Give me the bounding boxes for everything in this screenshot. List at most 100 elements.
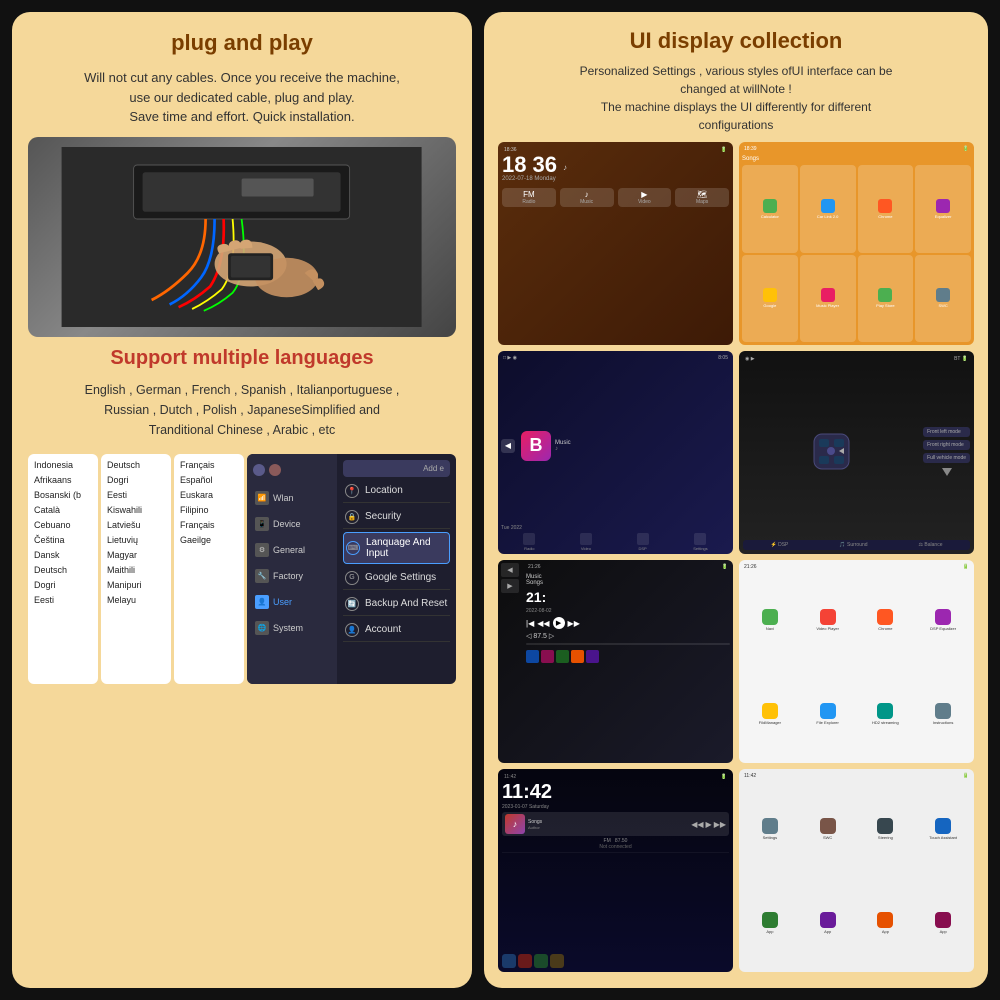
nav-item-system[interactable]: 🌐 System xyxy=(247,616,337,640)
screenshot-car-dsp: ◉ ▶BT 🔋 xyxy=(739,351,974,554)
app-extra2: App xyxy=(800,877,856,969)
lang-item: Filipino xyxy=(176,503,242,517)
app-dsp-eq: DSP Equalizer xyxy=(915,574,971,666)
ss8-app-grid: Settings SWC Steering Touch Assista xyxy=(742,783,971,969)
settings-main: 📶 Wlan 📱 Device ⚙ General 🔧 Factory xyxy=(247,454,456,684)
lang-item: Deutsch xyxy=(30,563,96,577)
app-google: Google xyxy=(742,255,798,343)
front-right-mode: Front right mode xyxy=(923,440,970,450)
lang-item: Dansk xyxy=(30,548,96,562)
screenshot-bluetooth: □ ▶ ◉8:05 ◀ Β Music ♪ T xyxy=(498,351,733,554)
ss6-statusbar: 21:26🔋 xyxy=(742,563,971,571)
nav-device-icon: 📱 xyxy=(255,517,269,531)
full-vehicle-mode: Full vehicle mode xyxy=(923,453,970,463)
google-label: Google Settings xyxy=(365,572,448,583)
app-calculator: Calculator xyxy=(742,165,798,253)
lang-item: Eesti xyxy=(103,488,169,502)
ss6-inner: 21:26🔋 Navi Video Player xyxy=(739,560,974,763)
ss2-app-grid: Calculator Car Link 2.0 Chrome Equa xyxy=(742,165,971,342)
lang-item: Dogri xyxy=(103,473,169,487)
ss1-time: 18 xyxy=(502,154,526,176)
nav-user-label: User xyxy=(273,597,292,607)
ss5-statusbar: 21:26🔋 xyxy=(526,563,730,571)
settings-row-language[interactable]: ⌨ Lanquage And Input xyxy=(343,532,450,564)
nav-icon-1 xyxy=(253,464,265,476)
surround-label: 🎵 Surround xyxy=(839,542,867,548)
lang-item: Maithili xyxy=(103,563,169,577)
plug-title: plug and play xyxy=(28,30,456,56)
ss4-statusbar: ◉ ▶BT 🔋 xyxy=(743,355,970,363)
lang-item: Indonesia xyxy=(30,458,96,472)
lang-item: Lietuvių xyxy=(103,533,169,547)
ss1-inner: 18:36🔋 18 36 ♪ 2022-07-18 Monday FM Radi… xyxy=(498,142,733,345)
backup-label: Backup And Reset xyxy=(365,598,448,609)
support-title: Support multiple languages xyxy=(28,347,456,370)
lang-item: Manipuri xyxy=(103,578,169,592)
bluetooth-icon: Β xyxy=(521,431,551,461)
ss5-inner: ◀ ▶ 21:26🔋 MusicSongs 21: 2022-08-02 |◀◀… xyxy=(498,560,733,763)
app-musicplayer: Music Player xyxy=(800,255,856,343)
language-label: Lanquage And Input xyxy=(366,537,447,559)
lang-item: Català xyxy=(30,503,96,517)
app-playstore: Play Store xyxy=(858,255,914,343)
lang-item: Cebuano xyxy=(30,518,96,532)
app-filemanager: FildManager xyxy=(742,668,798,760)
settings-mockup: Indonesia Afrikaans Bosanski (b Català C… xyxy=(28,454,456,684)
ss7-music-bar: ♪ Songs Author ◀◀▶▶▶ xyxy=(502,812,729,836)
settings-nav: 📶 Wlan 📱 Device ⚙ General 🔧 Factory xyxy=(247,454,337,684)
settings-row-backup[interactable]: 🔄 Backup And Reset xyxy=(343,593,450,616)
ss2-inner: 18:39🔋 Songs Calculator Car Link 2.0 xyxy=(739,142,974,345)
lang-item: Latviešu xyxy=(103,518,169,532)
settings-row-account[interactable]: 👤 Account xyxy=(343,619,450,642)
app-settings2: Settings xyxy=(742,783,798,875)
screenshots-grid: 18:36🔋 18 36 ♪ 2022-07-18 Monday FM Radi… xyxy=(498,142,974,972)
settings-row-google[interactable]: G Google Settings xyxy=(343,567,450,590)
location-icon: 📍 xyxy=(345,484,359,498)
language-panel-1: Indonesia Afrikaans Bosanski (b Català C… xyxy=(28,454,98,684)
ss7-mini-icons xyxy=(502,954,729,968)
ss3-inner: □ ▶ ◉8:05 ◀ Β Music ♪ T xyxy=(498,351,733,554)
balance-label: ⚖ Balance xyxy=(919,542,943,548)
security-label: Security xyxy=(365,511,448,522)
nav-item-device[interactable]: 📱 Device xyxy=(247,512,337,536)
app-navi: Navi xyxy=(742,574,798,666)
lang-item: Dogri xyxy=(30,578,96,592)
app-carlink: Car Link 2.0 xyxy=(800,165,856,253)
nav-system-label: System xyxy=(273,623,303,633)
plug-desc: Will not cut any cables. Once you receiv… xyxy=(28,68,456,127)
language-icon: ⌨ xyxy=(346,541,360,555)
car-installation-image xyxy=(28,137,456,337)
lang-item: Euskara xyxy=(176,488,242,502)
security-icon: 🔒 xyxy=(345,510,359,524)
nav-item-wlan[interactable]: 📶 Wlan xyxy=(247,486,337,510)
lang-item: Afrikaans xyxy=(30,473,96,487)
screenshot-music-player: ◀ ▶ 21:26🔋 MusicSongs 21: 2022-08-02 |◀◀… xyxy=(498,560,733,763)
dsp-label: ⚡ DSP xyxy=(770,542,788,548)
ui-collection-title: UI display collection xyxy=(498,28,974,54)
main-container: plug and play Will not cut any cables. O… xyxy=(0,0,1000,1000)
lang-item: Eesti xyxy=(30,593,96,607)
ss4-bottom-bar: ⚡ DSP 🎵 Surround ⚖ Balance xyxy=(743,540,970,550)
screenshot-app-grid-light: 21:26🔋 Navi Video Player xyxy=(739,560,974,763)
front-left-mode: Front left mode xyxy=(923,427,970,437)
nav-general-label: General xyxy=(273,545,305,555)
ss3-bottom-nav: Radio Video DSP Settings xyxy=(501,533,730,551)
settings-row-location[interactable]: 📍 Location xyxy=(343,480,450,503)
app-steering: Steering xyxy=(858,783,914,875)
app-videoplayer: Video Player xyxy=(800,574,856,666)
app-hd2: HD2 streaming xyxy=(858,668,914,760)
location-label: Location xyxy=(365,485,448,496)
ss7-statusbar: 11:42🔋 xyxy=(502,773,729,781)
nav-wlan-icon: 📶 xyxy=(255,491,269,505)
settings-row-security[interactable]: 🔒 Security xyxy=(343,506,450,529)
nav-item-factory[interactable]: 🔧 Factory xyxy=(247,564,337,588)
app-equalizer: Equalizer xyxy=(915,165,971,253)
nav-item-general[interactable]: ⚙ General xyxy=(247,538,337,562)
nav-device-label: Device xyxy=(273,519,301,529)
app-swc2: SWC xyxy=(800,783,856,875)
account-icon: 👤 xyxy=(345,623,359,637)
screenshot-clock-dark: 11:42🔋 11:42 2023-01-07 Saturday ♪ Songs… xyxy=(498,769,733,972)
nav-item-user[interactable]: 👤 User xyxy=(247,590,337,614)
lang-item: Français xyxy=(176,458,242,472)
ss1-time-2: 36 xyxy=(532,154,556,176)
